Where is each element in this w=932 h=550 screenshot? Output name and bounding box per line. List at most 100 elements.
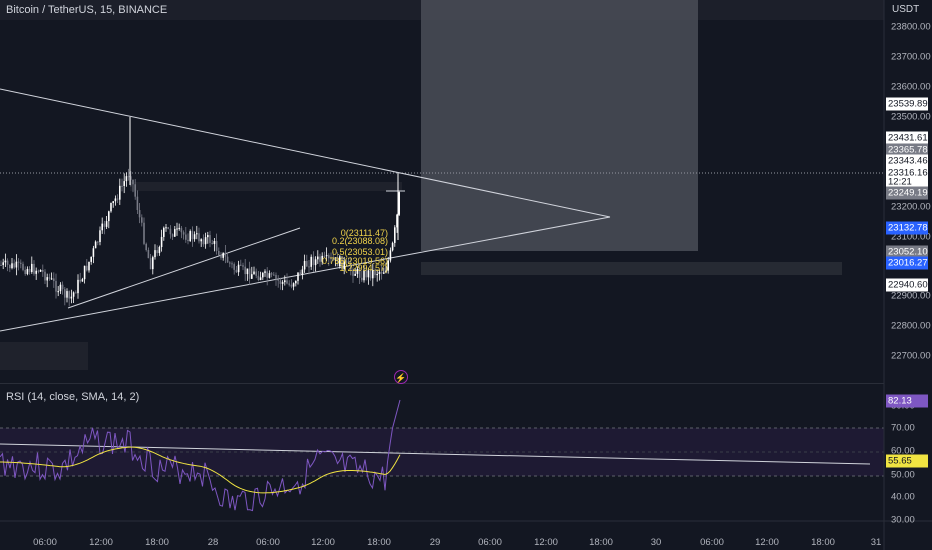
candle-body [213, 240, 216, 244]
candle-body [376, 274, 378, 276]
candle-body [222, 252, 224, 258]
candle-body [110, 202, 112, 212]
candle-body [235, 269, 238, 273]
candle-body [39, 270, 42, 272]
candle-body [215, 240, 218, 251]
candle-body [391, 242, 394, 251]
candle-body [22, 263, 24, 270]
candle-body [310, 256, 312, 267]
candle-body [42, 270, 44, 272]
candle-body [61, 284, 64, 290]
candle-body [121, 185, 123, 187]
candle-body [141, 217, 143, 223]
candle-body [68, 291, 70, 299]
candle-body [193, 234, 196, 240]
candle-body [226, 256, 229, 263]
candle-body [75, 292, 77, 294]
candle-body [59, 284, 62, 292]
candle-body [394, 227, 396, 243]
time-label: 31 [870, 537, 882, 548]
candle-body [248, 268, 251, 279]
time-label: 18:00 [811, 537, 835, 548]
price-label: 22940.60 [886, 278, 928, 292]
candle-body [281, 282, 284, 284]
price-tick: 22800.00 [891, 320, 931, 332]
price-label: 23539.89 [886, 97, 928, 111]
zone-rect-left [0, 342, 88, 370]
candle-body [176, 228, 178, 230]
candle-body [209, 235, 211, 243]
candle-body [202, 239, 205, 245]
candle-body [224, 252, 227, 257]
time-label: 29 [429, 537, 441, 548]
candle-body [112, 201, 114, 203]
candle-body [308, 266, 310, 268]
candle-body [160, 236, 163, 248]
price-chart[interactable] [0, 0, 932, 550]
candle-body [114, 198, 117, 202]
lightning-icon[interactable]: ⚡ [394, 370, 408, 384]
price-tick: 23600.00 [891, 81, 931, 93]
candle-body [185, 234, 187, 240]
candle-body [167, 227, 169, 229]
candle-body [314, 259, 317, 266]
candle-body [66, 291, 68, 298]
candle-body [127, 176, 130, 178]
time-label: 28 [207, 537, 219, 548]
candle-body [398, 192, 400, 215]
rsi-tick: 50.00 [891, 469, 915, 481]
candle-body [284, 280, 286, 283]
rsi-title[interactable]: RSI (14, close, SMA, 14, 2) [6, 391, 139, 403]
candle-body [165, 227, 167, 229]
candle-body [169, 228, 172, 235]
candle-body [11, 263, 13, 269]
candle-body [303, 260, 306, 270]
candle-body [88, 261, 90, 271]
candle-body [28, 268, 31, 272]
candle-body [103, 223, 106, 227]
fib-level-1: 0.2(23088.08) [331, 236, 388, 246]
time-label: 12:00 [534, 537, 558, 548]
candle-body [299, 272, 301, 275]
candle-body [189, 231, 191, 241]
price-tick: 22900.00 [891, 290, 931, 302]
candle-body [246, 268, 249, 275]
symbol-title[interactable]: Bitcoin / TetherUS, 15, BINANCE [6, 4, 167, 16]
candle-body [77, 279, 79, 294]
pane-separator[interactable] [0, 383, 884, 384]
candle-body [233, 264, 235, 270]
candle-body [2, 262, 4, 266]
candle-body [15, 261, 18, 268]
currency-label[interactable]: USDT [892, 4, 919, 15]
rsi-tick: 40.00 [891, 491, 915, 503]
candle-body [270, 273, 273, 275]
price-tick: 23700.00 [891, 51, 931, 63]
candle-body [57, 291, 59, 293]
time-label: 18:00 [589, 537, 613, 548]
candle-body [138, 210, 141, 218]
candle-body [116, 198, 119, 200]
candle-body [119, 185, 121, 200]
rsi-tick: 30.00 [891, 514, 915, 526]
candle-body [70, 296, 73, 299]
price-tick: 22700.00 [891, 350, 931, 362]
time-label: 12:00 [89, 537, 113, 548]
candle-body [178, 227, 180, 229]
candle-body [220, 254, 222, 258]
candle-body [171, 234, 174, 237]
time-label: 12:00 [755, 537, 779, 548]
candle-body [48, 277, 51, 279]
candle-body [123, 181, 125, 186]
price-label: 23249.19 [886, 186, 928, 200]
candle-body [198, 233, 200, 242]
candle-body [132, 179, 134, 185]
candle-body [97, 241, 99, 243]
candle-body [79, 279, 81, 282]
time-label: 06:00 [256, 537, 280, 548]
candle-body [240, 264, 242, 266]
candle-body [81, 279, 84, 282]
candle-body [297, 272, 299, 281]
price-label: 23016.27 [886, 256, 928, 270]
candle-body [180, 227, 183, 233]
price-tick: 23500.00 [891, 111, 931, 123]
